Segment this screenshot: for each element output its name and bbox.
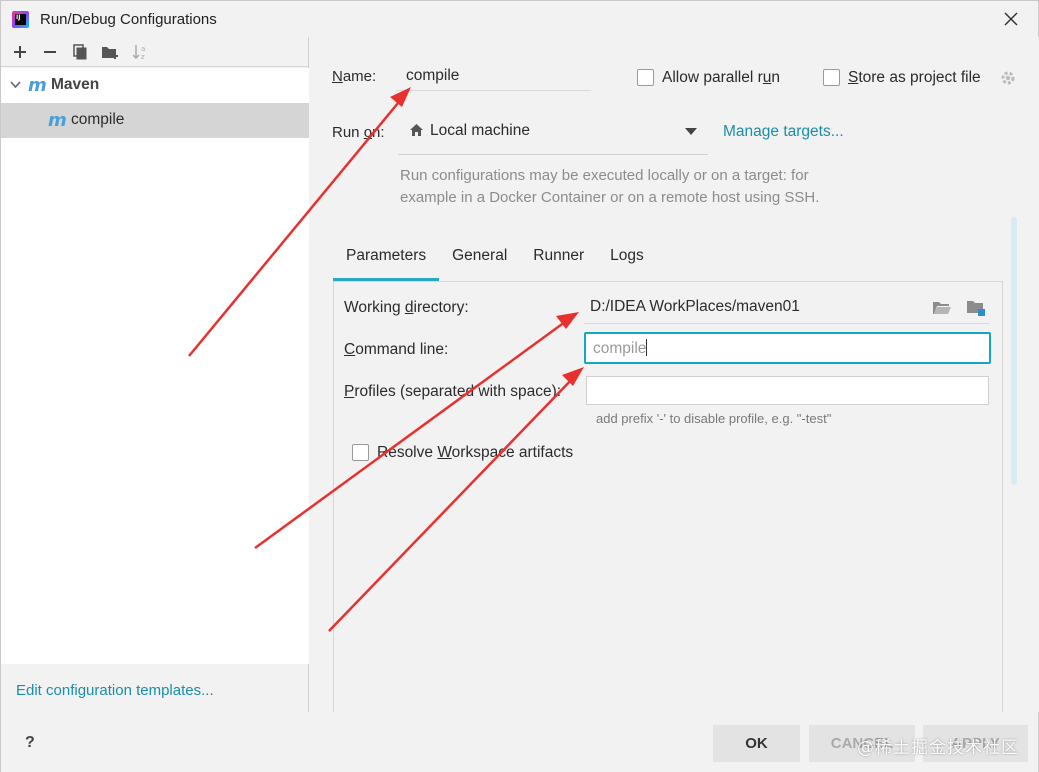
store-as-project-file-checkbox[interactable] — [823, 69, 840, 86]
sort-configurations-button[interactable]: a z — [129, 41, 151, 63]
tab-parameters[interactable]: Parameters — [333, 237, 440, 281]
maven-icon: m — [28, 75, 47, 96]
working-directory-underline — [584, 323, 989, 324]
ok-button[interactable]: OK — [713, 725, 800, 762]
allow-parallel-run-checkbox[interactable] — [637, 69, 654, 86]
edit-configuration-templates-link[interactable]: Edit configuration templates... — [16, 682, 214, 699]
tab-general[interactable]: General — [439, 237, 520, 281]
text-caret — [646, 339, 648, 356]
window-title: Run/Debug Configurations — [40, 11, 217, 28]
close-button[interactable] — [998, 6, 1024, 32]
configuration-editor: Name: compile Allow parallel run Store a… — [311, 37, 1039, 712]
tree-group-label: Maven — [51, 76, 100, 93]
resolve-workspace-label[interactable]: Resolve Workspace artifacts — [377, 444, 573, 462]
tab-logs[interactable]: Logs — [597, 237, 657, 281]
tree-item-label: compile — [71, 111, 125, 128]
watermark: @稀土掘金技术社区 — [857, 738, 1019, 758]
configurations-sidebar: a z m Maven m compile Edit configuration… — [1, 37, 309, 712]
folder-open-icon[interactable] — [932, 300, 952, 316]
name-field[interactable]: compile — [396, 61, 591, 91]
command-line-input[interactable]: compile — [584, 332, 991, 364]
vertical-scrollbar[interactable] — [1011, 217, 1017, 485]
tab-runner[interactable]: Runner — [520, 237, 597, 281]
parameters-panel: Working directory: D:/IDEA WorkPlaces/ma… — [333, 281, 1003, 712]
tree-group-maven[interactable]: m Maven — [1, 68, 309, 103]
run-on-label: Run on: — [332, 124, 385, 141]
new-folder-button[interactable] — [99, 41, 121, 63]
command-line-value: compile — [593, 340, 647, 357]
gear-icon[interactable] — [999, 69, 1017, 87]
help-button[interactable]: ? — [25, 734, 35, 752]
name-label: Name: — [332, 68, 377, 85]
copy-configuration-button[interactable] — [69, 41, 91, 63]
run-on-dropdown[interactable]: Local machine — [398, 117, 708, 155]
dropdown-arrow-icon — [685, 128, 697, 135]
remove-configuration-button[interactable] — [39, 41, 61, 63]
resolve-workspace-checkbox[interactable] — [352, 444, 369, 461]
profiles-hint: add prefix '-' to disable profile, e.g. … — [596, 411, 832, 426]
svg-text:z: z — [141, 53, 145, 61]
run-on-hint: Run configurations may be executed local… — [400, 165, 870, 209]
profiles-input[interactable] — [586, 376, 989, 405]
copy-icon — [73, 43, 87, 59]
run-debug-configurations-dialog: IJ Run/Debug Configurations a z m Maven … — [0, 0, 1039, 772]
home-icon — [410, 124, 423, 136]
profiles-label: Profiles (separated with space): — [344, 383, 562, 400]
command-line-label: Command line: — [344, 341, 449, 358]
tree-item-compile[interactable]: m compile — [1, 103, 309, 138]
add-configuration-button[interactable] — [9, 41, 31, 63]
maven-icon: m — [48, 110, 67, 131]
plus-icon — [14, 45, 26, 58]
minus-icon — [44, 50, 56, 53]
configuration-tree: m Maven m compile — [1, 68, 309, 664]
manage-targets-link[interactable]: Manage targets... — [723, 123, 844, 141]
store-as-project-file-label[interactable]: Store as project file — [848, 69, 981, 87]
run-on-value: Local machine — [430, 122, 530, 139]
working-directory-label: Working directory: — [344, 299, 469, 316]
config-tabs: Parameters General Runner Logs — [333, 237, 657, 281]
intellij-idea-icon: IJ — [12, 11, 29, 28]
dialog-footer: ? OK CANCEL APPLY @稀土掘金技术社区 — [1, 712, 1038, 772]
working-directory-field[interactable]: D:/IDEA WorkPlaces/maven01 — [590, 298, 800, 316]
allow-parallel-run-label[interactable]: Allow parallel run — [662, 69, 780, 87]
folder-add-icon — [102, 46, 118, 59]
chevron-down-icon[interactable] — [10, 81, 21, 89]
run-on-hint-line-2: example in a Docker Container or on a re… — [400, 189, 820, 206]
sidebar-toolbar: a z — [1, 37, 309, 67]
folder-module-icon[interactable] — [966, 299, 986, 317]
title-bar: IJ Run/Debug Configurations — [1, 1, 1038, 37]
sort-icon: a z — [132, 44, 145, 61]
close-icon — [1004, 12, 1018, 26]
run-on-hint-line-1: Run configurations may be executed local… — [400, 167, 809, 184]
svg-text:a: a — [141, 45, 145, 53]
